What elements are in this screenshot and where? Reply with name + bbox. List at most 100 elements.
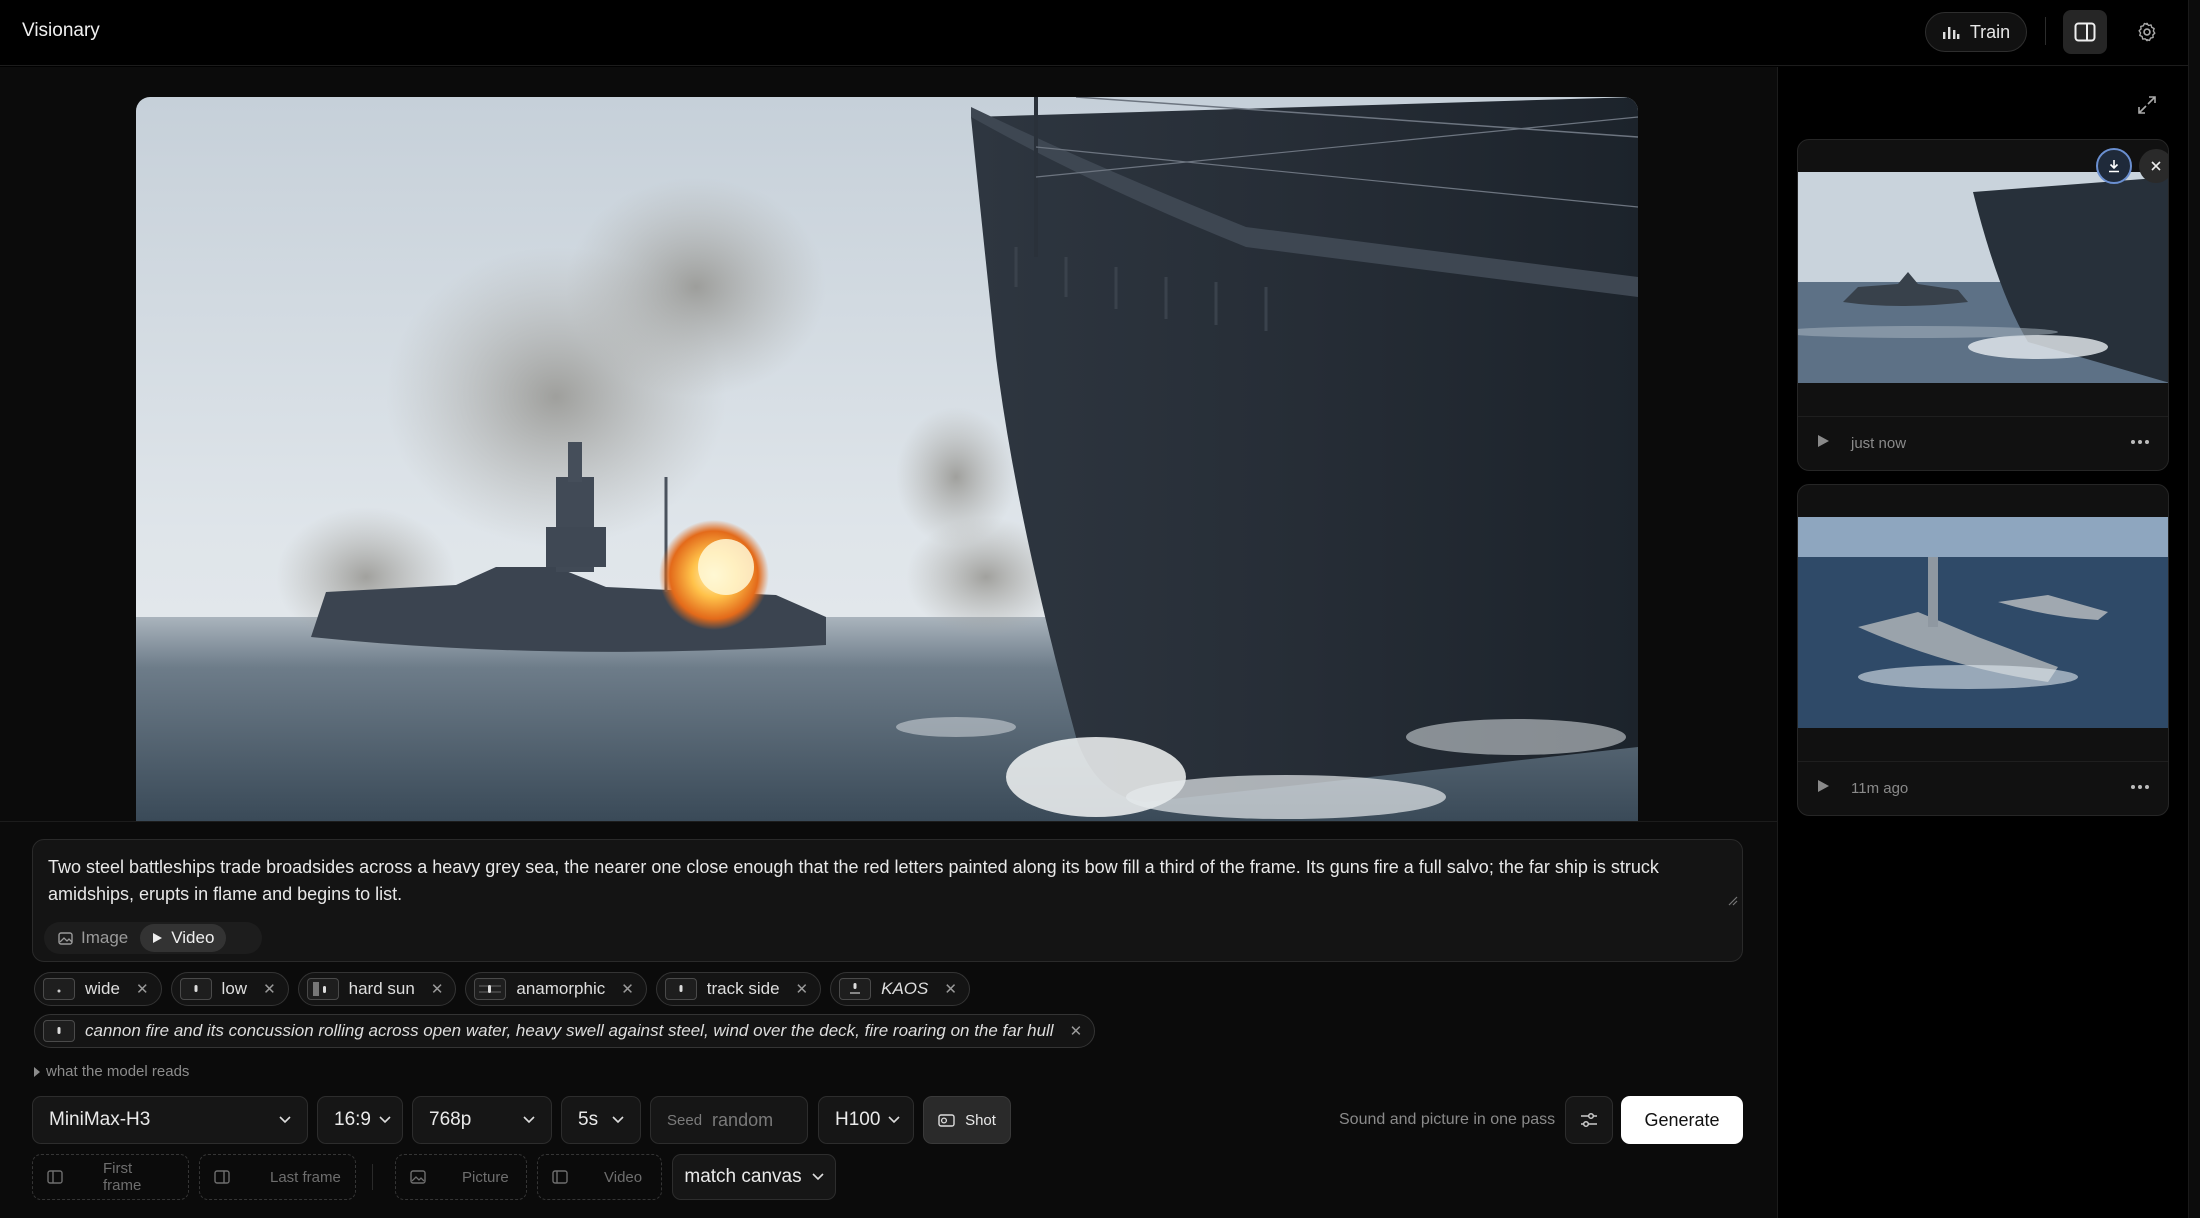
download-button[interactable] — [2096, 148, 2132, 184]
frame-icon — [47, 1170, 63, 1184]
toggle-panel-button[interactable] — [2063, 10, 2107, 54]
prompt-textarea[interactable]: Two steel battleships trade broadsides a… — [48, 854, 1718, 908]
picture-slot[interactable]: Picture — [395, 1154, 527, 1200]
play-icon — [152, 932, 163, 944]
prompt-box: Two steel battleships trade broadsides a… — [32, 839, 1743, 962]
result-timestamp: just now — [1851, 435, 1907, 452]
image-icon — [410, 1170, 426, 1184]
play-icon[interactable] — [1816, 433, 1830, 449]
result-thumbnail[interactable] — [1798, 517, 2168, 728]
chip-wide[interactable]: wide ✕ — [34, 972, 162, 1006]
mode-video-option[interactable]: Video — [140, 924, 227, 952]
close-icon[interactable]: ✕ — [431, 980, 444, 998]
mode-image-option[interactable]: Image — [46, 924, 140, 952]
chip-thumbnail — [839, 978, 872, 1000]
resolution-select[interactable]: 768p — [412, 1096, 552, 1144]
model-reads-label: what the model reads — [46, 1063, 190, 1080]
match-canvas-select[interactable]: match canvas — [672, 1154, 836, 1200]
chevron-down-icon — [379, 1116, 391, 1124]
window-scrollbar[interactable] — [2188, 0, 2200, 1218]
result-card[interactable]: just now — [1797, 139, 2169, 471]
top-bar: Visionary Train — [0, 0, 2188, 66]
dismiss-button[interactable] — [2139, 149, 2168, 183]
result-thumbnail[interactable] — [1798, 172, 2168, 383]
result-card[interactable]: 11m ago — [1797, 484, 2169, 816]
mode-video-label: Video — [171, 928, 215, 947]
prompt-panel: Two steel battleships trade broadsides a… — [0, 821, 1778, 1218]
advanced-settings-button[interactable] — [1565, 1096, 1613, 1144]
close-icon[interactable]: ✕ — [136, 980, 149, 998]
app-title: Visionary — [22, 20, 100, 41]
seed-input[interactable]: Seed random — [650, 1096, 808, 1144]
mode-toggle: Image Video — [44, 922, 262, 954]
chevron-down-icon — [612, 1116, 624, 1124]
shot-label: Shot — [965, 1111, 996, 1129]
model-select[interactable]: MiniMax-H3 — [32, 1096, 308, 1144]
more-options-icon[interactable] — [2130, 784, 2150, 790]
chip-thumbnail — [306, 978, 339, 1000]
picture-label: Picture — [462, 1168, 509, 1186]
chip-sound[interactable]: cannon fire and its concussion rolling a… — [34, 1014, 1096, 1048]
result-meta: just now — [1798, 416, 2168, 470]
aspect-select[interactable]: 16:9 — [317, 1096, 403, 1144]
chip-thumbnail — [664, 978, 697, 1000]
chip-label: hard sun — [348, 979, 415, 998]
slots-divider — [372, 1164, 373, 1190]
video-slot[interactable]: Video — [537, 1154, 662, 1200]
last-frame-slot[interactable]: Last frame — [199, 1154, 356, 1200]
chip-label: track side — [706, 979, 780, 998]
camera-icon — [938, 1113, 955, 1127]
chevron-down-icon — [279, 1116, 291, 1124]
caret-right-icon — [34, 1066, 40, 1077]
chip-label: wide — [85, 979, 120, 998]
first-frame-slot[interactable]: First frame — [32, 1154, 189, 1200]
resolution-value: 768p — [429, 1109, 472, 1130]
model-value: MiniMax-H3 — [49, 1109, 151, 1130]
bar-chart-icon — [1942, 24, 1960, 40]
chip-label: cannon fire and its concussion rolling a… — [85, 1021, 1054, 1040]
frame-icon — [214, 1170, 230, 1184]
match-canvas-label: match canvas — [684, 1166, 802, 1187]
sound-note: Sound and picture in one pass — [1339, 1111, 1556, 1128]
train-button[interactable]: Train — [1925, 12, 2027, 52]
chip-hard-sun[interactable]: hard sun ✕ — [297, 972, 457, 1006]
style-chips: wide ✕ low ✕ hard sun ✕ anamorphic ✕ tra… — [34, 972, 970, 1006]
close-icon[interactable]: ✕ — [621, 980, 634, 998]
settings-button[interactable] — [2125, 10, 2169, 54]
chip-label: KAOS — [881, 979, 929, 998]
close-icon[interactable]: ✕ — [796, 980, 809, 998]
gpu-value: H100 — [835, 1109, 881, 1130]
sliders-icon — [1580, 1112, 1598, 1128]
result-meta: 11m ago — [1798, 761, 2168, 815]
close-icon — [2150, 160, 2162, 172]
topbar-divider — [2045, 17, 2046, 45]
close-icon[interactable]: ✕ — [944, 980, 957, 998]
duration-select[interactable]: 5s — [561, 1096, 641, 1144]
image-icon — [58, 931, 73, 945]
results-gallery: just now 11m ago — [1779, 67, 2188, 1218]
video-label: Video — [604, 1168, 643, 1186]
expand-icon[interactable] — [2135, 93, 2159, 117]
chip-low[interactable]: low ✕ — [170, 972, 289, 1006]
panel-layout-icon — [2074, 22, 2096, 42]
shot-button[interactable]: Shot — [923, 1096, 1011, 1144]
sound-chip-row: cannon fire and its concussion rolling a… — [34, 1014, 1096, 1048]
generate-button[interactable]: Generate — [1621, 1096, 1743, 1144]
chevron-down-icon — [812, 1173, 824, 1181]
chip-thumbnail — [179, 978, 212, 1000]
chip-track-side[interactable]: track side ✕ — [655, 972, 822, 1006]
main-preview-image[interactable] — [136, 97, 1638, 821]
close-icon[interactable]: ✕ — [263, 980, 276, 998]
result-timestamp: 11m ago — [1851, 780, 1909, 797]
chip-thumbnail — [43, 978, 75, 1000]
download-icon — [2107, 159, 2121, 173]
gpu-select[interactable]: H100 — [818, 1096, 914, 1144]
play-icon[interactable] — [1816, 778, 1830, 794]
chip-kaos[interactable]: KAOS ✕ — [830, 972, 970, 1006]
close-icon[interactable]: ✕ — [1070, 1022, 1083, 1040]
resize-grip-icon[interactable] — [1728, 896, 1738, 906]
more-options-icon[interactable] — [2130, 439, 2150, 445]
chip-thumbnail — [474, 978, 507, 1000]
model-reads-toggle[interactable]: what the model reads — [34, 1063, 189, 1080]
chip-anamorphic[interactable]: anamorphic ✕ — [465, 972, 647, 1006]
